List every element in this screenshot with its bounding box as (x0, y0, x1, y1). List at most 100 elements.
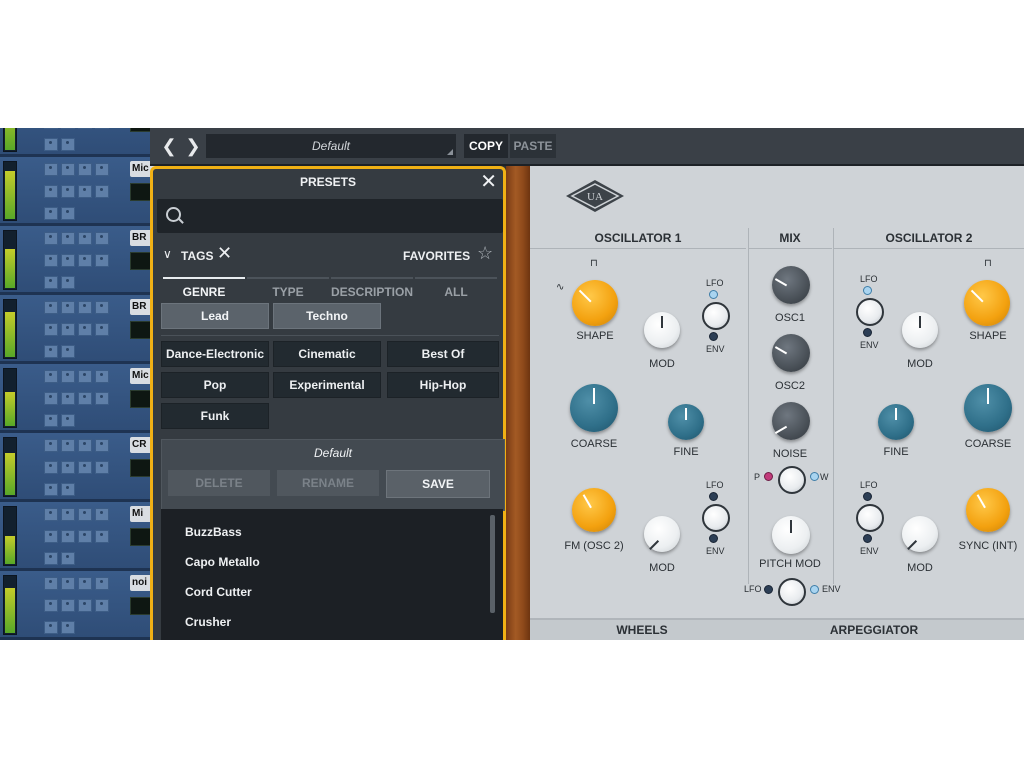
insert-slot[interactable] (95, 232, 109, 245)
insert-slot[interactable] (78, 370, 92, 383)
insert-slot[interactable] (78, 577, 92, 590)
insert-slot[interactable] (44, 138, 58, 151)
previous-preset-button[interactable]: ❮ (158, 135, 180, 157)
osc1-coarse-knob[interactable] (570, 384, 618, 432)
insert-slot[interactable] (61, 276, 75, 289)
insert-slot[interactable] (95, 185, 109, 198)
pitch-mod-source-switch[interactable] (778, 578, 806, 606)
insert-slot[interactable] (44, 207, 58, 220)
insert-slot[interactable] (61, 577, 75, 590)
insert-slot[interactable] (61, 345, 75, 358)
pitch-mod-knob[interactable] (772, 516, 810, 554)
tab-type[interactable]: TYPE (247, 277, 329, 299)
tab-description[interactable]: DESCRIPTION (331, 277, 413, 299)
insert-slot[interactable] (61, 483, 75, 496)
genre-tag[interactable]: Experimental (273, 372, 381, 398)
insert-slot[interactable] (61, 370, 75, 383)
tab-all[interactable]: ALL (415, 277, 497, 299)
osc1-mod-source-switch[interactable] (702, 302, 730, 330)
insert-slot[interactable] (61, 461, 75, 474)
insert-slot[interactable] (44, 163, 58, 176)
preset-search-field[interactable] (157, 199, 503, 235)
insert-slot[interactable] (95, 577, 109, 590)
list-item[interactable]: Crusher (185, 615, 231, 629)
insert-slot[interactable] (78, 128, 92, 129)
insert-slot[interactable] (95, 599, 109, 612)
osc2-shape-knob[interactable] (964, 280, 1010, 326)
insert-slot[interactable] (44, 232, 58, 245)
chevron-down-icon[interactable]: ∨ (163, 247, 172, 261)
insert-slot[interactable] (61, 232, 75, 245)
list-item[interactable]: Cord Cutter (185, 585, 252, 599)
insert-slot[interactable] (78, 508, 92, 521)
genre-tag[interactable]: Dance-Electronic (161, 341, 269, 367)
insert-slot[interactable] (78, 439, 92, 452)
genre-tag[interactable]: Best Of (387, 341, 499, 367)
insert-slot[interactable] (78, 461, 92, 474)
insert-slot[interactable] (95, 128, 109, 129)
insert-slot[interactable] (44, 128, 58, 129)
insert-slot[interactable] (95, 439, 109, 452)
favorites-label[interactable]: FAVORITES (403, 249, 470, 263)
mix-osc2-knob[interactable] (772, 334, 810, 372)
insert-slot[interactable] (44, 508, 58, 521)
insert-slot[interactable] (78, 323, 92, 336)
insert-slot[interactable] (78, 599, 92, 612)
star-icon[interactable]: ☆ (477, 243, 493, 264)
mix-noise-knob[interactable] (772, 402, 810, 440)
selected-tag-lead[interactable]: Lead (161, 303, 269, 329)
insert-slot[interactable] (44, 621, 58, 634)
insert-slot[interactable] (44, 301, 58, 314)
scrollbar[interactable] (490, 515, 495, 613)
fm-osc2-knob[interactable] (572, 488, 616, 532)
selected-tag-techno[interactable]: Techno (273, 303, 381, 329)
insert-slot[interactable] (78, 185, 92, 198)
next-preset-button[interactable]: ❯ (182, 135, 204, 157)
insert-slot[interactable] (61, 254, 75, 267)
sync-mod-source-switch[interactable] (856, 504, 884, 532)
save-button[interactable]: SAVE (386, 470, 490, 498)
insert-slot[interactable] (44, 323, 58, 336)
insert-slot[interactable] (44, 392, 58, 405)
insert-slot[interactable] (44, 461, 58, 474)
insert-slot[interactable] (78, 163, 92, 176)
insert-slot[interactable] (78, 392, 92, 405)
insert-slot[interactable] (44, 599, 58, 612)
insert-slot[interactable] (95, 254, 109, 267)
osc2-coarse-knob[interactable] (964, 384, 1012, 432)
genre-tag[interactable]: Cinematic (273, 341, 381, 367)
copy-button[interactable]: COPY (464, 134, 508, 158)
osc1-mod2-knob[interactable] (644, 516, 680, 552)
insert-slot[interactable] (44, 530, 58, 543)
rename-button[interactable]: RENAME (277, 470, 379, 496)
insert-slot[interactable] (44, 483, 58, 496)
insert-slot[interactable] (61, 599, 75, 612)
insert-slot[interactable] (95, 461, 109, 474)
insert-slot[interactable] (95, 508, 109, 521)
insert-slot[interactable] (78, 301, 92, 314)
tab-genre[interactable]: GENRE (163, 277, 245, 299)
paste-button[interactable]: PASTE (510, 134, 556, 158)
insert-slot[interactable] (44, 276, 58, 289)
insert-slot[interactable] (95, 530, 109, 543)
insert-slot[interactable] (44, 254, 58, 267)
insert-slot[interactable] (44, 577, 58, 590)
insert-slot[interactable] (61, 621, 75, 634)
insert-slot[interactable] (78, 530, 92, 543)
insert-slot[interactable] (61, 138, 75, 151)
osc1-shape-knob[interactable] (572, 280, 618, 326)
osc2-fine-knob[interactable] (878, 404, 914, 440)
insert-slot[interactable] (61, 508, 75, 521)
genre-tag[interactable]: Hip-Hop (387, 372, 499, 398)
insert-slot[interactable] (61, 439, 75, 452)
insert-slot[interactable] (95, 163, 109, 176)
osc1-mod-knob[interactable] (644, 312, 680, 348)
preset-name-display[interactable]: Default (206, 134, 456, 158)
osc1-fine-knob[interactable] (668, 404, 704, 440)
insert-slot[interactable] (61, 552, 75, 565)
mix-osc1-knob[interactable] (772, 266, 810, 304)
insert-slot[interactable] (61, 392, 75, 405)
insert-slot[interactable] (44, 439, 58, 452)
list-item[interactable]: BuzzBass (185, 525, 242, 539)
fm-mod-source-switch[interactable] (702, 504, 730, 532)
